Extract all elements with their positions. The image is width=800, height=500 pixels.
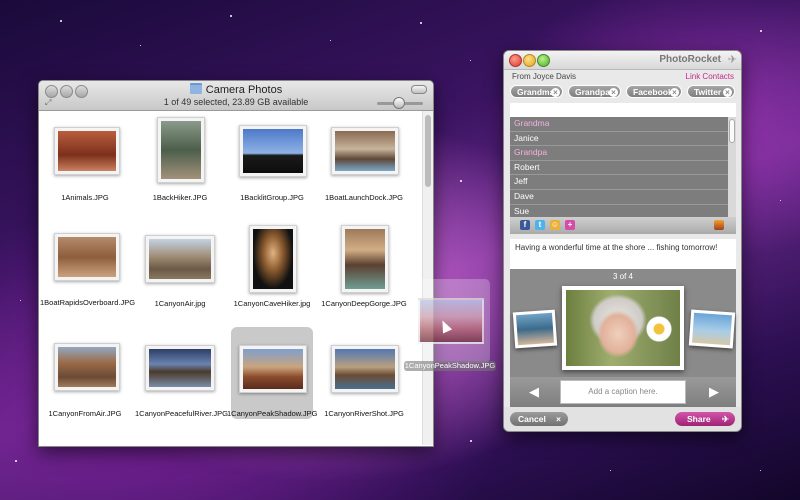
sender-label: From Joyce Davis <box>512 72 577 81</box>
file-thumbnail <box>239 125 307 177</box>
file-item[interactable]: 1BackHiker.JPG <box>135 111 225 221</box>
file-item[interactable]: 1BacklitGroup.JPG <box>227 111 317 221</box>
file-name: 1CanyonCaveHiker.jpg <box>233 299 311 308</box>
recipient-input[interactable] <box>510 103 736 117</box>
photorocket-window: PhotoRocket ✈ From Joyce Davis Link Cont… <box>503 50 742 432</box>
recipient-tag[interactable]: Twitter × <box>687 85 735 98</box>
finder-window: Camera Photos ⤢ 1 of 49 selected, 23.89 … <box>38 80 434 447</box>
file-item[interactable]: 1CanyonCaveHiker.jpg <box>227 221 317 331</box>
file-thumbnail <box>54 343 120 391</box>
contact-item[interactable]: Janice <box>510 132 728 147</box>
file-name: 1CanyonRiverShot.JPG <box>324 409 404 418</box>
facebook-icon[interactable]: f <box>520 220 530 230</box>
file-item[interactable]: 1BoatLaunchDock.JPG <box>319 111 409 221</box>
footer: Cancel × Share ✈ <box>504 407 741 431</box>
add-service-icon[interactable]: + <box>565 220 575 230</box>
current-photo <box>562 286 684 370</box>
file-item[interactable]: 1CanyonRiverShot.JPG <box>319 331 409 441</box>
rocket-icon: ✈ <box>727 54 737 66</box>
file-name: 1BacklitGroup.JPG <box>240 193 304 202</box>
recipient-tags: Grandma × Grandpa × Facebook × Twitter × <box>510 85 736 99</box>
file-name: 1CanyonDeepGorge.JPG <box>321 299 407 308</box>
scrollbar-thumb[interactable] <box>729 119 735 143</box>
minimize-button[interactable] <box>523 54 536 67</box>
file-name: 1CanyonPeakShadow.JPG <box>227 409 318 418</box>
file-item[interactable]: 1CanyonPeacefulRiver.JPG <box>135 331 228 441</box>
file-thumbnail <box>341 225 389 293</box>
close-button[interactable] <box>509 54 522 67</box>
contact-item[interactable]: Robert <box>510 161 728 176</box>
caption-input[interactable]: Add a caption here. <box>560 380 686 404</box>
folder-icon <box>189 83 202 94</box>
contact-item[interactable]: Grandma <box>510 117 728 132</box>
photo-viewer: 3 of 4 <box>510 269 736 377</box>
remove-tag-icon[interactable]: × <box>670 88 679 97</box>
file-grid: 1Animals.JPG 1BackHiker.JPG 1BacklitGrou… <box>39 111 423 445</box>
twitter-icon[interactable]: t <box>535 220 545 230</box>
file-name: 1BoatLaunchDock.JPG <box>325 193 403 202</box>
file-name: 1BoatRapidsOverboard.JPG <box>40 298 136 307</box>
file-thumbnail <box>157 117 205 183</box>
file-name: 1CanyonAir.jpg <box>154 299 206 308</box>
file-item[interactable]: 1Animals.JPG <box>40 111 130 221</box>
cancel-button[interactable]: Cancel × <box>510 412 568 426</box>
file-thumbnail <box>54 233 120 281</box>
next-arrow-icon[interactable]: ▶ <box>706 384 722 400</box>
contact-scrollbar[interactable] <box>728 117 736 217</box>
close-icon: × <box>556 414 561 424</box>
vertical-scrollbar[interactable] <box>422 111 433 445</box>
file-item[interactable]: 1CanyonPeakShadow.JPG <box>227 331 317 441</box>
photo-counter: 3 of 4 <box>612 272 633 281</box>
status-text: 1 of 49 selected, 23.89 GB available <box>163 97 309 107</box>
file-name: 1Animals.JPG <box>61 193 109 202</box>
previous-photo-thumbnail[interactable] <box>512 309 558 349</box>
contact-list: Grandma Janice Grandpa Robert Jeff Dave … <box>510 117 728 220</box>
drag-preview-thumbnail <box>418 298 484 344</box>
file-thumbnail <box>145 235 215 283</box>
message-field[interactable]: Having a wonderful time at the shore ...… <box>510 239 736 269</box>
file-thumbnail <box>239 345 307 393</box>
file-thumbnail <box>331 127 399 175</box>
drag-preview-label: 1CanyonPeakShadow.JPG <box>404 361 496 371</box>
photo-icon[interactable] <box>714 220 724 230</box>
contact-item[interactable]: Grandpa <box>510 146 728 161</box>
file-name: 1CanyonPeacefulRiver.JPG <box>135 409 228 418</box>
file-thumbnail <box>331 345 399 393</box>
scrollbar-thumb[interactable] <box>425 115 431 187</box>
contacts-icon[interactable]: ☺ <box>550 220 560 230</box>
zoom-button[interactable] <box>537 54 550 67</box>
file-item[interactable]: 1CanyonFromAir.JPG <box>40 331 130 441</box>
share-button[interactable]: Share ✈ <box>675 412 735 426</box>
recipient-tag[interactable]: Grandpa × <box>568 85 621 98</box>
flower-image <box>646 316 672 342</box>
remove-tag-icon[interactable]: × <box>723 88 732 97</box>
social-bar: f t ☺ + <box>510 217 736 234</box>
app-brand: PhotoRocket <box>659 54 721 65</box>
link-contacts-link[interactable]: Link Contacts <box>686 72 734 81</box>
recipient-tag[interactable]: Grandma × <box>510 85 563 98</box>
file-item[interactable]: 1BoatRapidsOverboard.JPG <box>40 221 136 331</box>
icon-size-slider-knob[interactable] <box>393 97 405 109</box>
previous-arrow-icon[interactable]: ◀ <box>526 384 542 400</box>
caption-bar: ◀ Add a caption here. ▶ <box>510 377 736 407</box>
finder-titlebar: Camera Photos ⤢ 1 of 49 selected, 23.89 … <box>39 81 433 111</box>
remove-tag-icon[interactable]: × <box>609 88 618 97</box>
file-item[interactable]: 1CanyonAir.jpg <box>135 221 225 331</box>
photorocket-titlebar: PhotoRocket ✈ <box>504 51 741 70</box>
file-name: 1BackHiker.JPG <box>152 193 208 202</box>
window-title: Camera Photos <box>205 84 283 96</box>
contact-item[interactable]: Jeff <box>510 175 728 190</box>
next-photo-thumbnail[interactable] <box>688 309 736 349</box>
recipient-tag[interactable]: Facebook × <box>626 85 682 98</box>
remove-tag-icon[interactable]: × <box>551 88 560 97</box>
file-thumbnail <box>54 127 120 175</box>
file-name: 1CanyonFromAir.JPG <box>48 409 122 418</box>
file-item[interactable]: 1CanyonDeepGorge.JPG <box>319 221 409 331</box>
rocket-icon: ✈ <box>721 414 729 424</box>
file-thumbnail <box>145 345 215 391</box>
file-thumbnail <box>249 225 297 293</box>
contact-item[interactable]: Dave <box>510 190 728 205</box>
toolbar-toggle-button[interactable] <box>411 85 427 94</box>
